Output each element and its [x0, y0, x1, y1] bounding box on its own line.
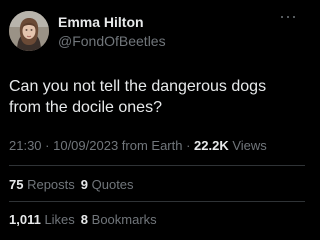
stats-row-likes-bookmarks: 1,011 Likes 8 Bookmarks	[9, 212, 157, 228]
dot	[293, 16, 295, 18]
author-handle[interactable]: @FondOfBeetles	[58, 33, 166, 50]
tweet-time[interactable]: 21:30	[9, 138, 42, 153]
more-dots-icon[interactable]	[281, 12, 295, 22]
reposts-stat[interactable]: 75 Reposts	[9, 177, 75, 192]
views-label: Views	[228, 138, 267, 153]
author-display-name[interactable]: Emma Hilton	[58, 14, 166, 31]
reposts-count: 75	[9, 177, 24, 192]
avatar[interactable]	[9, 11, 49, 51]
tweet-card: Emma Hilton @FondOfBeetles Can you not t…	[0, 0, 305, 240]
avatar-photo-icon	[9, 11, 49, 51]
author-block: Emma Hilton @FondOfBeetles	[58, 14, 166, 50]
tweet-date[interactable]: 10/09/2023	[53, 138, 118, 153]
dot	[281, 16, 283, 18]
stats-row-reposts-quotes: 75 Reposts 9 Quotes	[9, 177, 134, 193]
bookmarks-label: Bookmarks	[88, 212, 157, 227]
likes-stat[interactable]: 1,011 Likes	[9, 212, 75, 227]
bookmarks-count: 8	[80, 212, 89, 227]
quotes-count: 9	[80, 177, 89, 192]
quotes-label: Quotes	[88, 177, 134, 192]
tweet-text: Can you not tell the dangerous dogs from…	[9, 78, 267, 116]
tweet-source: from Earth	[118, 138, 183, 153]
divider	[9, 165, 305, 166]
bookmarks-stat[interactable]: 8 Bookmarks	[81, 212, 157, 227]
quotes-stat[interactable]: 9 Quotes	[81, 177, 134, 192]
views-count[interactable]: 22.2K	[194, 138, 229, 153]
likes-label: Likes	[40, 212, 75, 227]
divider	[9, 201, 305, 202]
meta-separator: ·	[182, 138, 195, 153]
reposts-label: Reposts	[23, 177, 75, 192]
meta-separator: ·	[41, 138, 54, 153]
tweet-meta: 21:30 · 10/09/2023 from Earth · 22.2K Vi…	[9, 138, 267, 154]
likes-count: 1,011	[9, 212, 41, 227]
dot	[287, 16, 289, 18]
